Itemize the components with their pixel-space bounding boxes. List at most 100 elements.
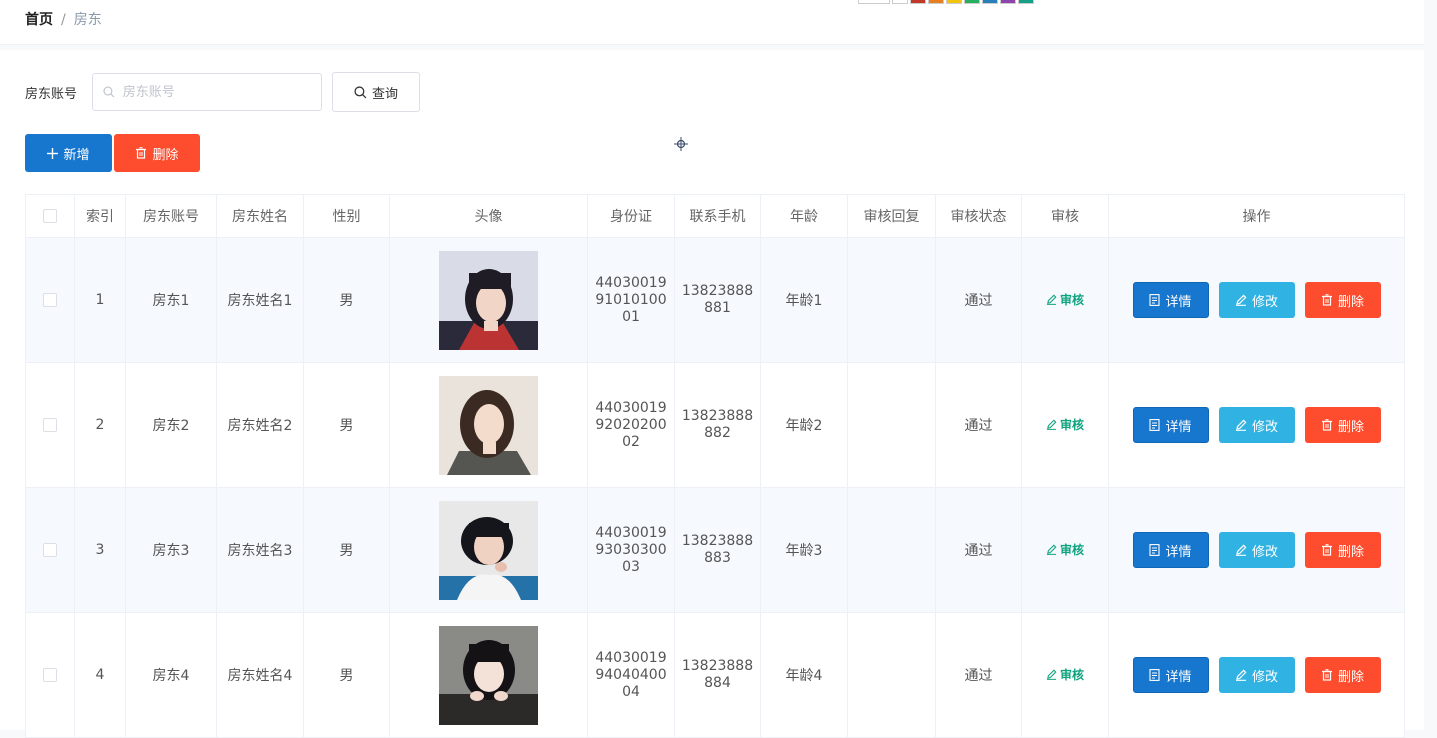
phone-line: 883 [704,550,731,566]
detail-button-label: 详情 [1165,544,1192,560]
cell-audit-status: 通过 [935,487,1022,613]
batch-delete-button[interactable]: 删除 [114,134,200,172]
edit-button[interactable]: 修改 [1218,282,1295,318]
breadcrumb-home[interactable]: 首页 [25,12,53,28]
row-checkbox[interactable] [43,418,57,432]
query-button[interactable]: 查询 [332,72,420,112]
table-row: 1 房东1 房东姓名1 男 44030019 91010100 01 13823888 881 年… [25,237,1405,363]
phone-line: 13823888 [681,283,754,299]
swatch[interactable] [1018,0,1034,4]
column-header: 审核回复 [847,194,936,238]
avatar[interactable] [439,375,538,475]
swatch[interactable] [858,0,890,4]
cell-index: 4 [74,612,126,738]
breadcrumb-current: 房东 [73,12,102,28]
breadcrumb-separator: / [61,12,66,28]
search-input-wrapper[interactable] [92,73,322,111]
row-select-cell[interactable] [25,487,75,613]
cell-index: 3 [74,487,126,613]
cell-phone: 13823888 881 [674,237,761,363]
cell-index: 1 [74,237,126,363]
theme-color-swatches[interactable] [858,0,1036,6]
search-icon [354,85,367,98]
delete-button[interactable]: 删除 [1304,282,1381,318]
row-select-cell[interactable] [25,362,75,488]
id-line: 92020200 [595,416,667,433]
column-header: 审核状态 [935,194,1022,238]
detail-button[interactable]: 详情 [1132,282,1209,318]
table-header-row: 索引 房东账号 房东姓名 性别 头像 身份证 联系手机 年龄 审核回复 审核状态… [25,194,1405,238]
add-button[interactable]: 新增 [25,134,112,172]
avatar[interactable] [439,250,538,350]
delete-button[interactable]: 删除 [1304,657,1381,693]
search-input[interactable] [120,83,311,101]
swatch[interactable] [982,0,998,4]
edit-button[interactable]: 修改 [1218,657,1295,693]
cell-age: 年龄1 [760,237,848,363]
cell-audit: 审核 [1021,237,1109,363]
cell-id-card: 44030019 92020200 02 [587,362,675,488]
plus-icon [47,147,59,159]
id-line: 91010100 [595,291,667,308]
cell-age: 年龄2 [760,362,848,488]
edit-button-label: 修改 [1251,294,1278,310]
edit-button[interactable]: 修改 [1218,407,1295,443]
swatch[interactable] [946,0,962,4]
row-select-cell[interactable] [25,237,75,363]
cell-name: 房东姓名3 [216,487,304,613]
document-icon [1149,294,1161,306]
detail-button[interactable]: 详情 [1132,657,1209,693]
swatch[interactable] [892,0,908,4]
delete-button[interactable]: 删除 [1304,407,1381,443]
row-select-cell[interactable] [25,612,75,738]
detail-button-label: 详情 [1165,294,1192,310]
audit-link-label: 审核 [1059,418,1084,432]
cell-avatar [389,487,588,613]
edit-button-label: 修改 [1251,419,1278,435]
delete-button[interactable]: 删除 [1304,532,1381,568]
document-icon [1149,419,1161,431]
cell-operations: 详情 修改 删除 [1108,487,1405,613]
id-line: 93030300 [595,541,667,558]
edit-button[interactable]: 修改 [1218,532,1295,568]
cell-audit: 审核 [1021,612,1109,738]
detail-button[interactable]: 详情 [1132,407,1209,443]
cell-gender: 男 [303,612,390,738]
cell-gender: 男 [303,487,390,613]
audit-link[interactable]: 审核 [1046,666,1084,683]
row-checkbox[interactable] [43,543,57,557]
phone-line: 13823888 [681,658,754,674]
column-header: 索引 [74,194,126,238]
avatar[interactable] [439,500,538,600]
trash-icon [1321,669,1332,681]
id-line: 44030019 [595,649,667,666]
column-header: 联系手机 [674,194,761,238]
column-header: 头像 [389,194,588,238]
select-all-cell[interactable] [25,194,75,238]
edit-icon [1235,419,1247,431]
cell-audit-status: 通过 [935,612,1022,738]
audit-link[interactable]: 审核 [1046,291,1084,308]
table-row: 3 房东3 房东姓名3 男 44030019 93030300 03 13823888 883 年… [25,487,1405,613]
avatar[interactable] [439,625,538,725]
column-header: 房东姓名 [216,194,304,238]
breadcrumb: 首页 / 房东 [25,9,102,29]
swatch[interactable] [928,0,944,4]
phone-line: 13823888 [681,533,754,549]
document-icon [1149,669,1161,681]
swatch[interactable] [964,0,980,4]
audit-link[interactable]: 审核 [1046,541,1084,558]
row-checkbox[interactable] [43,293,57,307]
swatch[interactable] [1000,0,1016,4]
edit-button-label: 修改 [1251,669,1278,685]
id-line: 02 [622,433,640,450]
cell-account: 房东3 [125,487,217,613]
column-header: 房东账号 [125,194,217,238]
select-all-checkbox[interactable] [43,209,57,223]
edit-icon [1235,544,1247,556]
audit-link[interactable]: 审核 [1046,416,1084,433]
swatch[interactable] [910,0,926,4]
row-checkbox[interactable] [43,668,57,682]
detail-button[interactable]: 详情 [1132,532,1209,568]
cell-index: 2 [74,362,126,488]
